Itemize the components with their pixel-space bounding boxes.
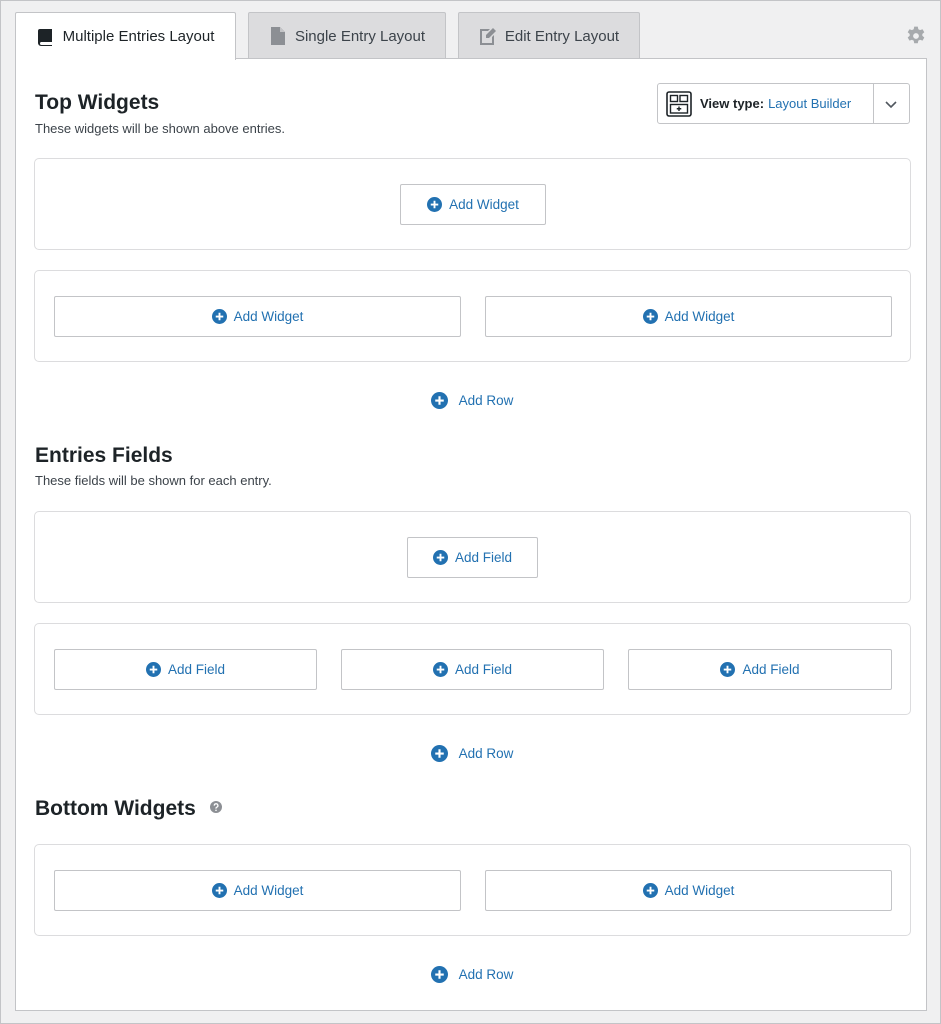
layout-builder-icon	[666, 90, 692, 117]
widget-row: Add Widget	[34, 158, 911, 250]
add-row-button[interactable]: Add Row	[16, 962, 928, 986]
button-label: Add Widget	[664, 309, 735, 324]
button-label: Add Field	[742, 662, 800, 677]
document-icon	[269, 27, 287, 45]
add-row-button[interactable]: Add Row	[16, 388, 928, 412]
help-icon[interactable]	[209, 795, 222, 819]
plus-circle-icon	[430, 965, 448, 983]
tab-label: Edit Entry Layout	[504, 27, 620, 45]
button-label: Add Widget	[449, 197, 519, 212]
widget-row: Add Widget Add Widget	[34, 844, 911, 936]
top-widgets-title: Top Widgets	[35, 91, 160, 114]
bottom-widgets-title-text: Bottom Widgets	[35, 797, 196, 820]
app-window: Multiple Entries Layout Single Entry Lay…	[0, 0, 941, 1024]
plus-circle-icon	[720, 662, 736, 677]
plus-circle-icon	[642, 883, 658, 898]
add-field-button[interactable]: Add Field	[628, 649, 892, 690]
tab-label: Multiple Entries Layout	[62, 28, 215, 45]
layout-panel: Top Widgets These widgets will be shown …	[15, 58, 927, 1011]
button-label: Add Row	[458, 745, 514, 761]
plus-circle-icon	[211, 309, 227, 324]
top-widgets-description: These widgets will be shown above entrie…	[35, 121, 286, 136]
plus-circle-icon	[211, 883, 227, 898]
plus-circle-icon	[430, 391, 448, 409]
book-icon	[37, 28, 55, 46]
button-label: Add Field	[167, 662, 226, 677]
add-field-button[interactable]: Add Field	[407, 537, 538, 578]
field-row: Add Field Add Field Add Field	[34, 623, 911, 715]
add-widget-button[interactable]: Add Widget	[400, 184, 546, 225]
add-widget-button[interactable]: Add Widget	[485, 870, 892, 911]
entries-fields-title: Entries Fields	[35, 444, 173, 467]
chevron-down-icon[interactable]	[884, 97, 898, 111]
entries-fields-description: These fields will be shown for each entr…	[35, 473, 272, 488]
view-type-selector[interactable]: View type: Layout Builder	[657, 83, 910, 124]
add-widget-button[interactable]: Add Widget	[485, 296, 892, 337]
button-label: Add Widget	[233, 883, 304, 898]
button-label: Add Row	[458, 392, 514, 408]
bottom-widgets-title: Bottom Widgets	[35, 797, 222, 821]
tab-label: Single Entry Layout	[294, 27, 426, 45]
plus-circle-icon	[432, 550, 448, 565]
field-row: Add Field	[34, 511, 911, 603]
add-field-button[interactable]: Add Field	[54, 649, 317, 690]
plus-circle-icon	[427, 197, 443, 212]
view-type-value: Layout Builder	[768, 96, 852, 111]
add-row-button[interactable]: Add Row	[16, 741, 928, 765]
plus-circle-icon	[145, 662, 161, 677]
tab-single-entry[interactable]: Single Entry Layout	[248, 12, 446, 59]
button-label: Add Widget	[664, 883, 735, 898]
edit-document-icon	[479, 27, 497, 45]
plus-circle-icon	[432, 662, 448, 677]
plus-circle-icon	[430, 744, 448, 762]
button-label: Add Row	[458, 966, 514, 982]
tab-edit-entry[interactable]: Edit Entry Layout	[458, 12, 640, 59]
add-field-button[interactable]: Add Field	[341, 649, 604, 690]
plus-circle-icon	[642, 309, 658, 324]
tab-multiple-entries[interactable]: Multiple Entries Layout	[15, 12, 236, 60]
add-widget-button[interactable]: Add Widget	[54, 296, 461, 337]
view-type-label: View type:	[700, 96, 765, 111]
add-widget-button[interactable]: Add Widget	[54, 870, 461, 911]
button-label: Add Field	[454, 662, 513, 677]
gear-icon[interactable]	[904, 24, 928, 48]
button-label: Add Field	[454, 550, 513, 565]
divider	[873, 84, 874, 123]
button-label: Add Widget	[233, 309, 304, 324]
widget-row: Add Widget Add Widget	[34, 270, 911, 362]
